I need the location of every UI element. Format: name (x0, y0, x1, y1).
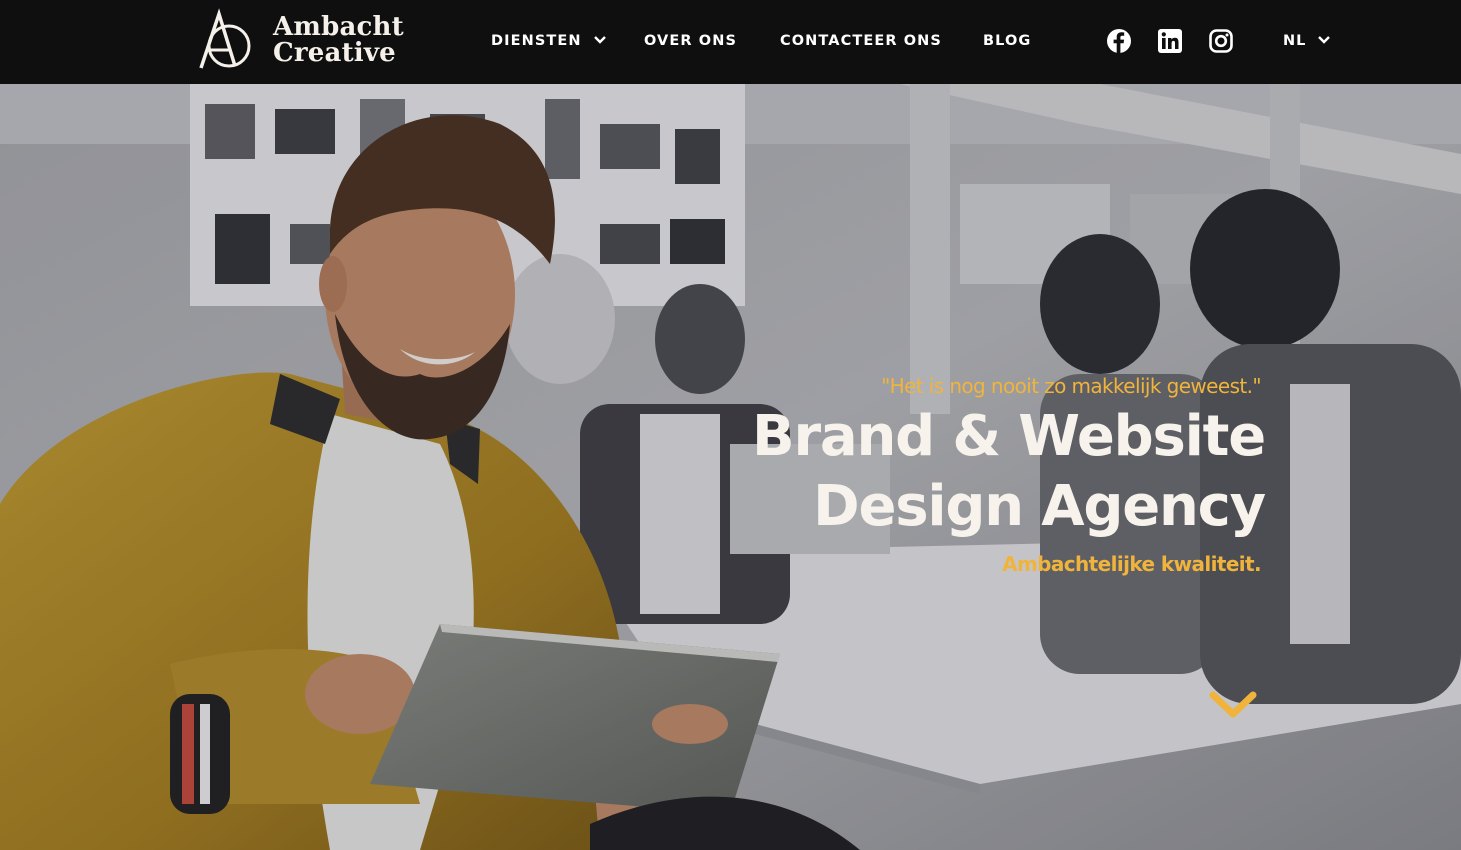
language-selector[interactable]: NL (1283, 31, 1331, 51)
chevron-down-icon (593, 35, 606, 44)
brand-name-line2: Creative (273, 38, 396, 68)
linkedin-icon[interactable] (1157, 28, 1183, 54)
facebook-icon[interactable] (1106, 28, 1132, 54)
nav-item-contacteer-ons[interactable]: CONTACTEER ONS (780, 31, 942, 51)
hero-quote: "Het is nog nooit zo makkelijk geweest." (881, 374, 1262, 398)
brand-logo[interactable]: Ambacht Creative (195, 8, 420, 74)
chevron-down-icon (1318, 35, 1331, 44)
nav-item-label: OVER ONS (644, 33, 737, 49)
language-label: NL (1283, 33, 1307, 49)
nav-item-label: BLOG (983, 33, 1032, 49)
nav-item-label: DIENSTEN (491, 33, 582, 49)
hero-subline: Ambachtelijke kwaliteit. (1002, 552, 1262, 576)
instagram-icon[interactable] (1208, 28, 1234, 54)
brand-name: Ambacht Creative (273, 14, 404, 66)
hero-headline-line1: Brand & Website (752, 404, 1266, 469)
hero-headline: Brand & Website Design Agency (705, 402, 1266, 542)
nav-item-blog[interactable]: BLOG (983, 31, 1031, 51)
nav-item-diensten[interactable]: DIENSTEN (491, 31, 606, 51)
nav-item-over-ons[interactable]: OVER ONS (644, 31, 737, 51)
hero-section: "Het is nog nooit zo makkelijk geweest."… (0, 84, 1461, 850)
top-navbar: Ambacht Creative DIENSTEN OVER ONS CONTA… (0, 0, 1461, 84)
nav-item-label: CONTACTEER ONS (780, 33, 942, 49)
brand-name-line1: Ambacht (273, 12, 404, 42)
ac-monogram-icon (199, 8, 251, 69)
hero-headline-line2: Design Agency (813, 474, 1266, 539)
chevron-down-icon[interactable] (1208, 688, 1258, 722)
